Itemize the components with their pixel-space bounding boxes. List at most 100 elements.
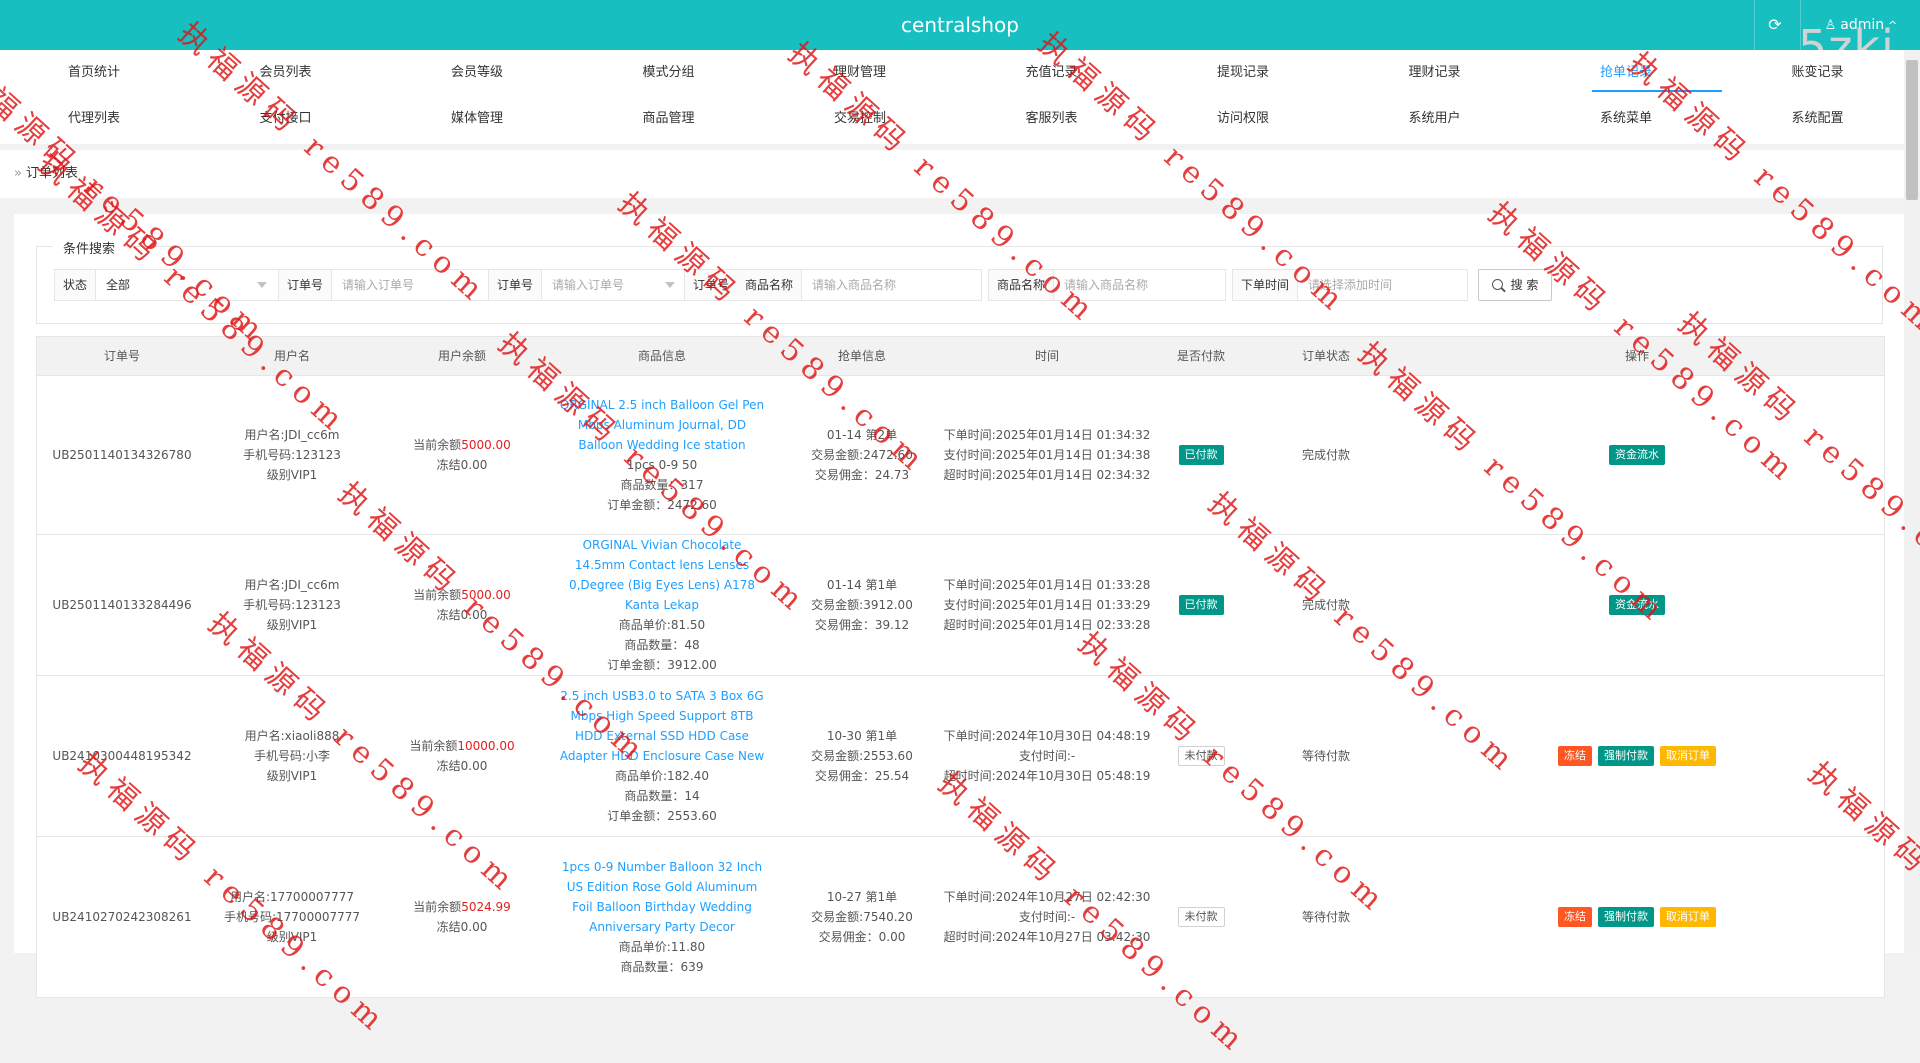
nav-item[interactable]: 充值记录 bbox=[958, 50, 1148, 96]
product-name-label: 商品名称 bbox=[737, 270, 802, 300]
action-buttons: 冻结 强制付款 取消订单 bbox=[1558, 907, 1716, 927]
action-buttons: 资金流水 bbox=[1609, 595, 1665, 615]
user-info-line: 用户名:JDI_cc6m bbox=[244, 428, 340, 442]
product-name-input-2[interactable]: 请输入商品名称 bbox=[1054, 270, 1148, 300]
column-header: 是否付款 bbox=[1176, 349, 1225, 363]
nav-item[interactable]: 客服列表 bbox=[958, 96, 1148, 142]
cancel-order-button[interactable]: 取消订单 bbox=[1660, 907, 1716, 927]
time-line: 下单时间:2024年10月30日 04:48:19 bbox=[943, 729, 1151, 743]
nav-item-label: 首页统计 bbox=[68, 65, 121, 80]
nav-item[interactable]: 理财记录 bbox=[1341, 50, 1531, 96]
grab-info-line: 交易金额:3912.00 bbox=[811, 598, 913, 612]
nav-item[interactable]: 支付接口 bbox=[192, 96, 382, 142]
grab-info-line: 01-14 第2单 bbox=[826, 428, 898, 442]
user-info-line: 用户名:xiaoli888 bbox=[244, 729, 340, 743]
balance-label: 当前余额 bbox=[413, 588, 462, 602]
nav-item[interactable]: 商品管理 bbox=[575, 96, 765, 142]
table-cell: 下单时间:2024年10月27日 02:42:30 支付时间:- 超时时间:2024… bbox=[944, 837, 1151, 997]
nav-item[interactable]: 抢单记录 bbox=[1532, 50, 1722, 96]
time-line: 支付时间:2025年01月14日 01:33:29 bbox=[943, 598, 1151, 612]
nav-item[interactable]: 理财管理 bbox=[766, 50, 956, 96]
table-cell: 当前余额5000.00 冻结0.00 bbox=[377, 535, 547, 675]
product-field[interactable]: 订单号 商品名称 请输入商品名称 bbox=[684, 269, 982, 301]
nav-item[interactable]: 系统菜单 bbox=[1532, 96, 1722, 142]
action-buttons: 冻结 强制付款 取消订单 bbox=[1558, 746, 1716, 766]
product-field-2[interactable]: 商品名称 请输入商品名称 bbox=[988, 269, 1226, 301]
admin-menu[interactable]: ♙ admin ^ bbox=[1800, 0, 1920, 50]
order-no-input-2[interactable]: 请输入订单号 bbox=[542, 270, 624, 300]
time-line: 超时时间:2025年01月14日 02:33:28 bbox=[943, 618, 1151, 632]
order-no-field[interactable]: 订单号 请输入订单号 bbox=[278, 269, 492, 301]
nav-item[interactable]: 媒体管理 bbox=[383, 96, 573, 142]
nav-item[interactable]: 系统配置 bbox=[1724, 96, 1914, 142]
nav-item-label: 交易控制 bbox=[834, 111, 887, 126]
order-no-label-2: 订单号 bbox=[489, 270, 542, 300]
nav-item-label: 会员列表 bbox=[259, 65, 312, 80]
table-cell: ORGINAL Vivian Chocolate 14.5mm Contact … bbox=[552, 535, 772, 675]
order-no-field-2[interactable]: 订单号 请输入订单号 bbox=[488, 269, 686, 301]
nav-item[interactable]: 提现记录 bbox=[1149, 50, 1339, 96]
scrollbar-thumb[interactable] bbox=[1906, 60, 1918, 200]
nav-item[interactable]: 交易控制 bbox=[766, 96, 956, 142]
search-button[interactable]: 搜 索 bbox=[1478, 269, 1552, 301]
top-bar: centralshop ⟳ ♙ admin ^ bbox=[0, 0, 1920, 50]
product-name-input[interactable]: 请输入商品名称 bbox=[802, 270, 896, 300]
nav-item[interactable]: 代理列表 bbox=[0, 96, 190, 142]
grab-info-line: 交易金额:2553.60 bbox=[811, 749, 913, 763]
table-cell: 用户名:JDI_cc6m 手机号码:123123 级别VIP1 bbox=[207, 376, 377, 534]
frozen-amount: 冻结0.00 bbox=[436, 608, 488, 622]
payment-status-badge: 未付款 bbox=[1177, 746, 1225, 766]
force-pay-button[interactable]: 强制付款 bbox=[1598, 907, 1654, 927]
grab-info-line: 交易佣金：25.54 bbox=[814, 769, 910, 783]
nav-item-label: 会员等级 bbox=[451, 65, 504, 80]
status-select[interactable]: 状态 全部 bbox=[54, 269, 280, 301]
nav-item[interactable]: 系统用户 bbox=[1341, 96, 1531, 142]
product-name-link[interactable]: ORGINAL 2.5 inch Balloon Gel Pen Mbps Al… bbox=[557, 395, 767, 455]
grab-info-line: 交易佣金：0.00 bbox=[818, 930, 906, 944]
product-detail-line: 订单金额：3912.00 bbox=[607, 658, 717, 672]
nav-item[interactable]: 模式分组 bbox=[575, 50, 765, 96]
balance-line: 当前余额5000.00 bbox=[413, 585, 511, 605]
nav-item[interactable]: 首页统计 bbox=[0, 50, 190, 96]
table-cell: 未付款 bbox=[1142, 676, 1260, 836]
grab-info-line: 10-27 第1单 bbox=[826, 890, 898, 904]
nav-item[interactable]: 会员等级 bbox=[383, 50, 573, 96]
time-line: 超时时间:2024年10月30日 05:48:19 bbox=[943, 769, 1151, 783]
nav-item-label: 支付接口 bbox=[259, 111, 312, 126]
nav-item[interactable]: 访问权限 bbox=[1149, 96, 1339, 142]
table-cell: ORGINAL 2.5 inch Balloon Gel Pen Mbps Al… bbox=[552, 376, 772, 534]
user-info-line: 手机号码:123123 bbox=[243, 448, 341, 462]
nav-item-label: 商品管理 bbox=[642, 111, 695, 126]
nav-item[interactable]: 账变记录 bbox=[1724, 50, 1914, 96]
grab-info-line: 交易佣金：39.12 bbox=[814, 618, 910, 632]
fund-flow-button[interactable]: 资金流水 bbox=[1609, 445, 1665, 465]
freeze-button[interactable]: 冻结 bbox=[1558, 746, 1592, 766]
cancel-order-button[interactable]: 取消订单 bbox=[1660, 746, 1716, 766]
balance-value: 5000.00 bbox=[461, 588, 511, 602]
force-pay-button[interactable]: 强制付款 bbox=[1598, 746, 1654, 766]
time-line: 超时时间:2024年10月27日 03:42:30 bbox=[943, 930, 1151, 944]
freeze-button[interactable]: 冻结 bbox=[1558, 907, 1592, 927]
time-line: 下单时间:2025年01月14日 01:33:28 bbox=[943, 578, 1151, 592]
nav-item[interactable]: 会员列表 bbox=[192, 50, 382, 96]
table-cell: 10-30 第1单 交易金额:2553.60 交易佣金：25.54 bbox=[772, 676, 952, 836]
product-name-link[interactable]: ORGINAL Vivian Chocolate 14.5mm Contact … bbox=[557, 535, 767, 615]
table-cell: 用户名:xiaoli888 手机号码:小李 级别VIP1 bbox=[207, 676, 377, 836]
table-cell: 用户名:JDI_cc6m 手机号码:123123 级别VIP1 bbox=[207, 535, 377, 675]
order-time-input[interactable]: 请选择添加时间 bbox=[1298, 270, 1392, 300]
fund-flow-button[interactable]: 资金流水 bbox=[1609, 595, 1665, 615]
nav-item-label: 提现记录 bbox=[1217, 65, 1270, 80]
order-number: UB2501140133284496 bbox=[52, 598, 192, 612]
product-name-link[interactable]: 2.5 inch USB3.0 to SATA 3 Box 6G Mbps Hi… bbox=[557, 686, 767, 766]
table-body: UB2501140134326780 用户名:JDI_cc6m 手机号码:12312… bbox=[37, 376, 1884, 998]
status-value: 全部 bbox=[106, 278, 131, 292]
product-name-link[interactable]: 1pcs 0-9 Number Balloon 32 Inch US Editi… bbox=[557, 857, 767, 937]
balance-value: 10000.00 bbox=[457, 739, 515, 753]
order-time-field[interactable]: 下单时间 请选择添加时间 bbox=[1232, 269, 1468, 301]
table-row: UB2501140133284496 用户名:JDI_cc6m 手机号码:12312… bbox=[37, 535, 1884, 676]
refresh-button[interactable]: ⟳ bbox=[1754, 0, 1795, 50]
balance-value: 5024.99 bbox=[461, 900, 511, 914]
order-no-input[interactable]: 请输入订单号 bbox=[332, 270, 414, 300]
search-icon bbox=[1491, 279, 1503, 290]
balance-label: 当前余额 bbox=[413, 900, 462, 914]
